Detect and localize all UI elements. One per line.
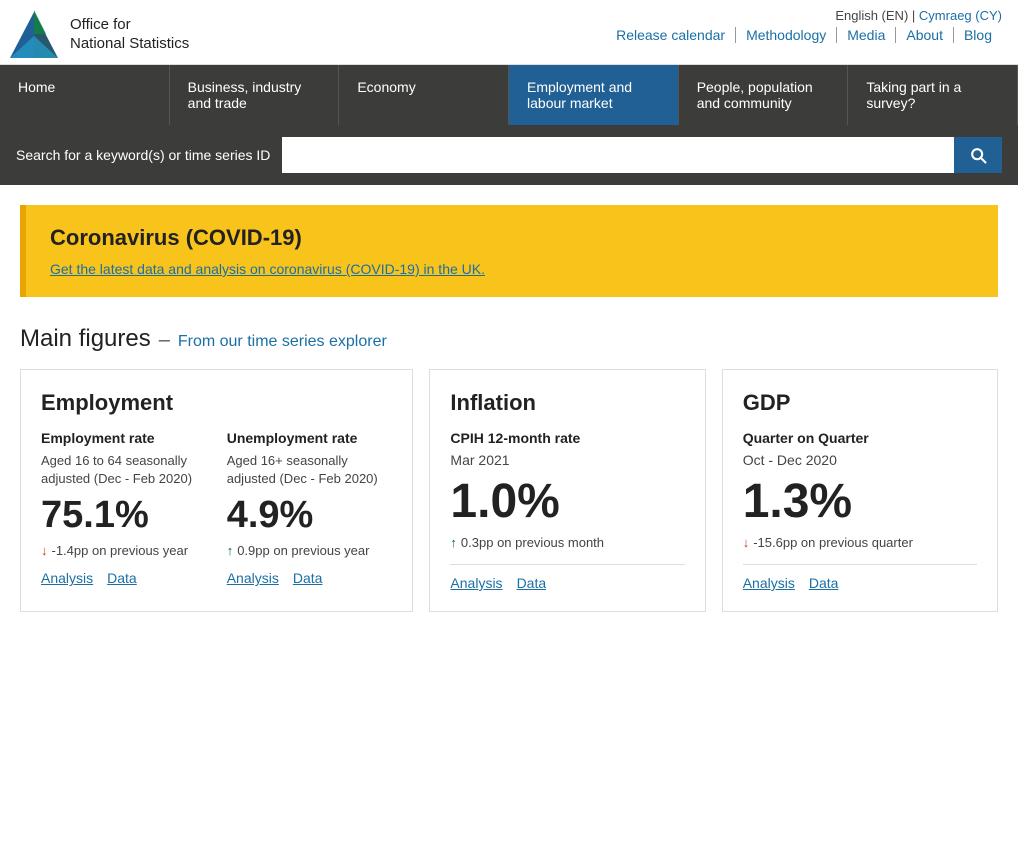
inflation-data-link[interactable]: Data	[517, 575, 547, 591]
inflation-divider	[450, 564, 684, 565]
covid-title: Coronavirus (COVID-19)	[50, 225, 974, 251]
inflation-value: 1.0%	[450, 474, 684, 529]
inflation-change-arrow: ↑	[450, 535, 457, 550]
release-calendar-link[interactable]: Release calendar	[606, 27, 736, 43]
inflation-stat-label: CPIH 12-month rate	[450, 430, 684, 446]
top-links-row: Release calendar Methodology Media About…	[606, 27, 1002, 43]
unemployment-rate-sublabel: Aged 16+ seasonally adjusted (Dec - Feb …	[227, 452, 393, 488]
employment-rate-value: 75.1%	[41, 494, 207, 537]
search-input-wrap	[282, 137, 1002, 173]
main-figures-separator: –	[159, 329, 170, 352]
employment-rate-col: Employment rate Aged 16 to 64 seasonally…	[41, 430, 207, 586]
nav-business[interactable]: Business, industry and trade	[170, 65, 340, 125]
media-link[interactable]: Media	[837, 27, 896, 43]
employment-card: Employment Employment rate Aged 16 to 64…	[20, 369, 413, 612]
employment-rate-arrow: ↓	[41, 543, 48, 558]
nav-employment[interactable]: Employment and labour market	[509, 65, 679, 125]
unemployment-rate-label: Unemployment rate	[227, 430, 393, 446]
gdp-card-title: GDP	[743, 390, 977, 416]
about-link[interactable]: About	[896, 27, 954, 43]
search-input[interactable]	[282, 137, 954, 173]
gdp-change-text: -15.6pp on previous quarter	[753, 535, 913, 550]
logo-text: Office for National Statistics	[70, 15, 189, 54]
employment-rate-data-link[interactable]: Data	[107, 570, 137, 586]
nav-home[interactable]: Home	[0, 65, 170, 125]
gdp-links: Analysis Data	[743, 575, 977, 591]
unemployment-rate-value: 4.9%	[227, 494, 393, 537]
lang-alt-link[interactable]: Cymraeg (CY)	[919, 8, 1002, 23]
covid-link[interactable]: Get the latest data and analysis on coro…	[50, 261, 485, 277]
unemployment-rate-change-text: 0.9pp on previous year	[237, 543, 369, 558]
employment-rate-change: ↓ -1.4pp on previous year	[41, 543, 207, 558]
employment-rate-sublabel: Aged 16 to 64 seasonally adjusted (Dec -…	[41, 452, 207, 488]
unemployment-rate-col: Unemployment rate Aged 16+ seasonally ad…	[227, 430, 393, 586]
employment-grid: Employment rate Aged 16 to 64 seasonally…	[41, 430, 392, 586]
nav-economy[interactable]: Economy	[339, 65, 509, 125]
lang-separator: |	[912, 8, 915, 23]
gdp-divider	[743, 564, 977, 565]
lang-current: English (EN)	[835, 8, 908, 23]
unemployment-rate-change: ↑ 0.9pp on previous year	[227, 543, 393, 558]
inflation-links: Analysis Data	[450, 575, 684, 591]
gdp-analysis-link[interactable]: Analysis	[743, 575, 795, 591]
search-bar: Search for a keyword(s) or time series I…	[0, 125, 1018, 185]
gdp-data-link[interactable]: Data	[809, 575, 839, 591]
inflation-card-title: Inflation	[450, 390, 684, 416]
language-row: English (EN) | Cymraeg (CY)	[835, 8, 1002, 23]
gdp-change-arrow: ↓	[743, 535, 750, 550]
top-header: Office for National Statistics English (…	[0, 0, 1018, 65]
blog-link[interactable]: Blog	[954, 27, 1002, 43]
inflation-period: Mar 2021	[450, 452, 684, 468]
gdp-stat-label: Quarter on Quarter	[743, 430, 977, 446]
time-series-explorer-link[interactable]: From our time series explorer	[178, 333, 387, 351]
search-button[interactable]	[954, 137, 1002, 173]
unemployment-rate-data-link[interactable]: Data	[293, 570, 323, 586]
employment-rate-change-text: -1.4pp on previous year	[52, 543, 189, 558]
inflation-card: Inflation CPIH 12-month rate Mar 2021 1.…	[429, 369, 705, 612]
nav-people[interactable]: People, population and community	[679, 65, 849, 125]
gdp-change: ↓ -15.6pp on previous quarter	[743, 535, 977, 550]
search-icon	[968, 145, 988, 165]
logo-area: Office for National Statistics	[8, 8, 189, 60]
main-figures-header: Main figures – From our time series expl…	[0, 297, 1018, 369]
search-label: Search for a keyword(s) or time series I…	[16, 147, 270, 163]
inflation-change-text: 0.3pp on previous month	[461, 535, 604, 550]
ons-logo-icon	[8, 8, 60, 60]
employment-card-title: Employment	[41, 390, 392, 416]
top-right-area: English (EN) | Cymraeg (CY) Release cale…	[606, 8, 1002, 43]
main-figures-heading: Main figures	[20, 325, 151, 353]
covid-banner: Coronavirus (COVID-19) Get the latest da…	[20, 205, 998, 297]
inflation-change: ↑ 0.3pp on previous month	[450, 535, 684, 550]
gdp-card: GDP Quarter on Quarter Oct - Dec 2020 1.…	[722, 369, 998, 612]
gdp-value: 1.3%	[743, 474, 977, 529]
unemployment-rate-analysis-link[interactable]: Analysis	[227, 570, 279, 586]
employment-rate-label: Employment rate	[41, 430, 207, 446]
methodology-link[interactable]: Methodology	[736, 27, 837, 43]
employment-rate-analysis-link[interactable]: Analysis	[41, 570, 93, 586]
main-nav: Home Business, industry and trade Econom…	[0, 65, 1018, 125]
inflation-analysis-link[interactable]: Analysis	[450, 575, 502, 591]
unemployment-rate-links: Analysis Data	[227, 570, 393, 586]
gdp-period: Oct - Dec 2020	[743, 452, 977, 468]
nav-survey[interactable]: Taking part in a survey?	[848, 65, 1018, 125]
unemployment-rate-arrow: ↑	[227, 543, 234, 558]
cards-row: Employment Employment rate Aged 16 to 64…	[0, 369, 1018, 642]
employment-rate-links: Analysis Data	[41, 570, 207, 586]
